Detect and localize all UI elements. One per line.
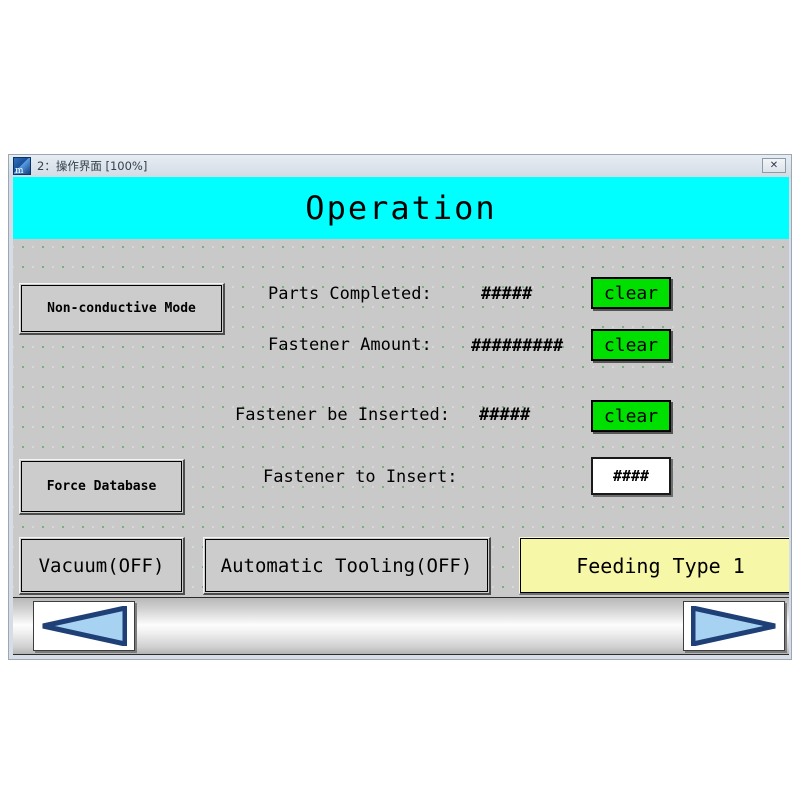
force-database-button[interactable]: Force Database <box>19 459 185 515</box>
vacuum-toggle-button[interactable]: Vacuum(OFF) <box>19 537 185 595</box>
clear-fastener-amount-button[interactable]: clear <box>591 329 671 361</box>
fastener-to-insert-input[interactable]: #### <box>591 457 671 495</box>
force-database-label: Force Database <box>46 479 157 494</box>
clear-parts-completed-button[interactable]: clear <box>591 277 671 309</box>
parts-completed-value: ##### <box>481 284 533 304</box>
vacuum-label: Vacuum(OFF) <box>38 554 165 577</box>
page-navigation-bar <box>13 597 789 655</box>
non-conductive-mode-button[interactable]: Non-conductive Mode <box>19 283 225 335</box>
fastener-amount-label: Fastener Amount: <box>268 335 432 355</box>
page-banner: Operation <box>13 177 789 239</box>
fastener-to-insert-label: Fastener to Insert: <box>263 467 458 487</box>
fastener-amount-value: ######### <box>471 336 564 356</box>
non-conductive-mode-label: Non-conductive Mode <box>47 301 196 316</box>
next-page-button[interactable] <box>683 601 785 651</box>
previous-page-button[interactable] <box>33 601 135 651</box>
hmi-canvas: Operation Non-conductive Mode Force Data… <box>13 177 789 655</box>
window-titlebar[interactable]: 2：操作界面 [100%] ✕ <box>9 155 791 177</box>
right-triangle-icon <box>691 606 776 646</box>
clear-fastener-be-inserted-button[interactable]: clear <box>591 400 671 432</box>
feeding-type-button[interactable]: Feeding Type 1 <box>519 537 789 595</box>
automatic-tooling-toggle-button[interactable]: Automatic Tooling(OFF) <box>203 537 491 595</box>
parts-completed-label: Parts Completed: <box>268 284 432 304</box>
window-title: 2：操作界面 [100%] <box>37 159 148 173</box>
automatic-tooling-label: Automatic Tooling(OFF) <box>220 554 473 577</box>
fastener-be-inserted-label: Fastener be Inserted: <box>235 405 450 425</box>
fastener-be-inserted-value: ##### <box>479 405 531 425</box>
page-title: Operation <box>305 189 497 227</box>
left-triangle-icon <box>42 606 127 646</box>
mdi-child-window: 2：操作界面 [100%] ✕ Operation Non-conductive… <box>8 154 792 660</box>
feeding-type-label: Feeding Type 1 <box>520 538 789 593</box>
close-icon[interactable]: ✕ <box>762 158 786 173</box>
app-window-icon <box>13 157 31 176</box>
